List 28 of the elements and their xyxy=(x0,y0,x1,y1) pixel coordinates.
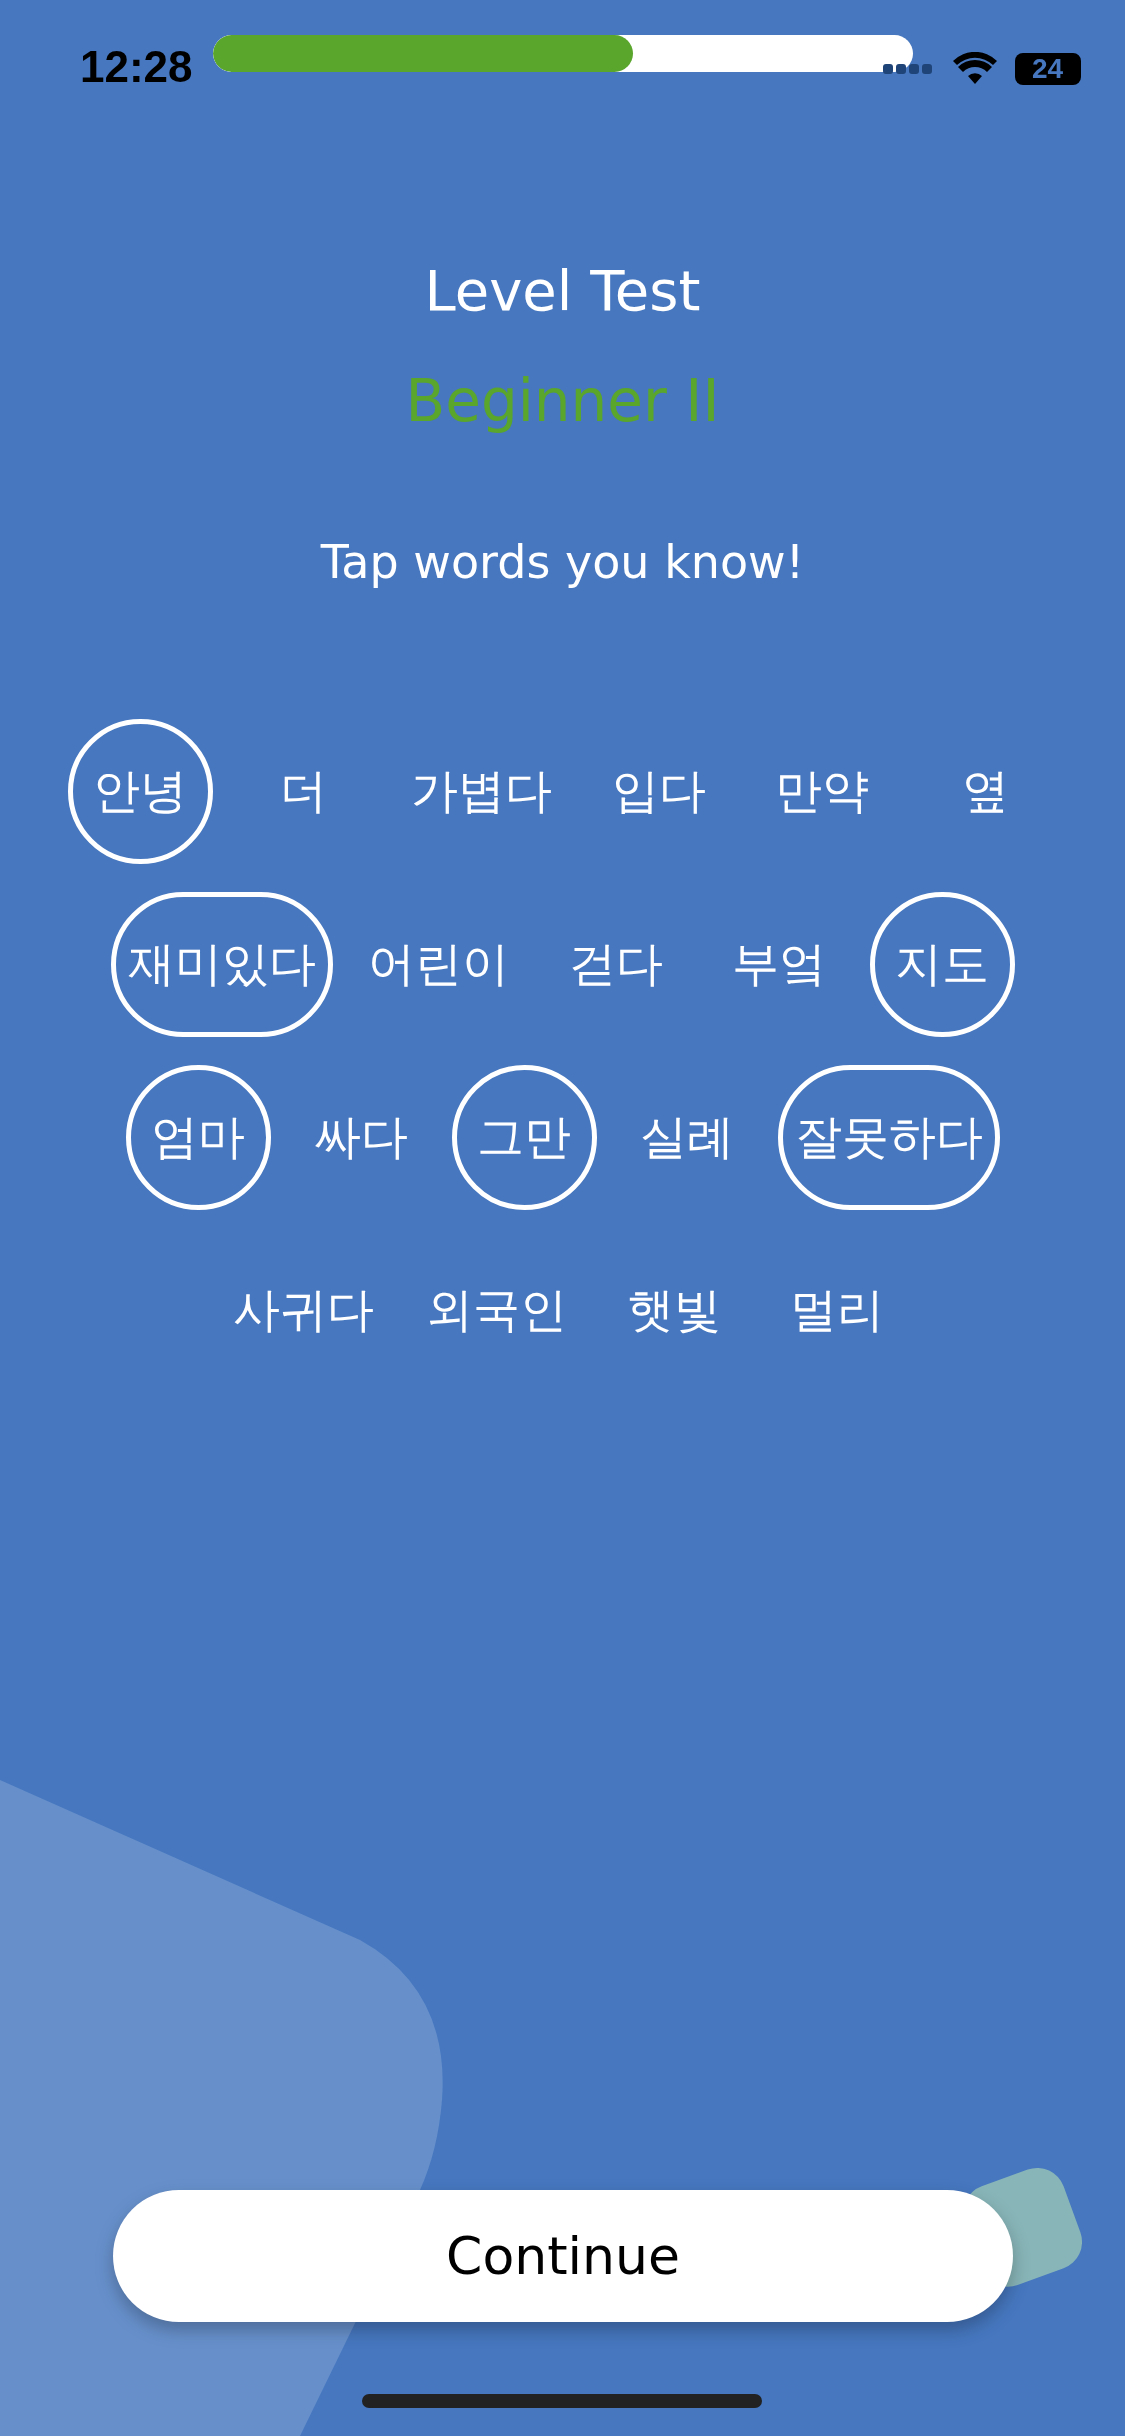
continue-button[interactable]: Continue xyxy=(113,2190,1013,2322)
word-chip[interactable]: 햇빛 xyxy=(601,1238,747,1383)
word-chip[interactable]: 그만 xyxy=(451,1065,597,1210)
word-chip[interactable]: 가볍다 xyxy=(393,719,569,864)
word-chip[interactable]: 입다 xyxy=(586,719,732,864)
word-chip[interactable]: 멀리 xyxy=(764,1238,910,1383)
level-name: Beginner II xyxy=(405,367,720,435)
word-chip[interactable]: 외국인 xyxy=(408,1238,584,1383)
word-chip[interactable]: 재미있다 xyxy=(110,892,333,1037)
word-chip[interactable]: 안녕 xyxy=(67,719,213,864)
word-chip[interactable]: 싸다 xyxy=(288,1065,434,1210)
wifi-icon xyxy=(952,52,997,86)
instruction-text: Tap words you know! xyxy=(320,535,805,589)
word-chip[interactable]: 걷다 xyxy=(543,892,689,1037)
word-chip[interactable]: 잘못하다 xyxy=(777,1065,1000,1210)
word-chip[interactable]: 어린이 xyxy=(350,892,526,1037)
word-chip[interactable]: 옆 xyxy=(912,719,1058,864)
word-chip[interactable]: 만약 xyxy=(749,719,895,864)
word-chip[interactable]: 엄마 xyxy=(125,1065,271,1210)
word-chip[interactable]: 부엌 xyxy=(706,892,852,1037)
word-chip[interactable]: 지도 xyxy=(869,892,1015,1037)
battery-icon: 24 xyxy=(1014,53,1081,85)
word-chip[interactable]: 더 xyxy=(230,719,376,864)
word-chip[interactable]: 사귀다 xyxy=(215,1238,391,1383)
word-chip[interactable]: 실례 xyxy=(614,1065,760,1210)
status-time: 12:28 xyxy=(80,42,193,92)
signal-icon xyxy=(882,62,935,76)
page-title: Level Test xyxy=(424,258,701,323)
